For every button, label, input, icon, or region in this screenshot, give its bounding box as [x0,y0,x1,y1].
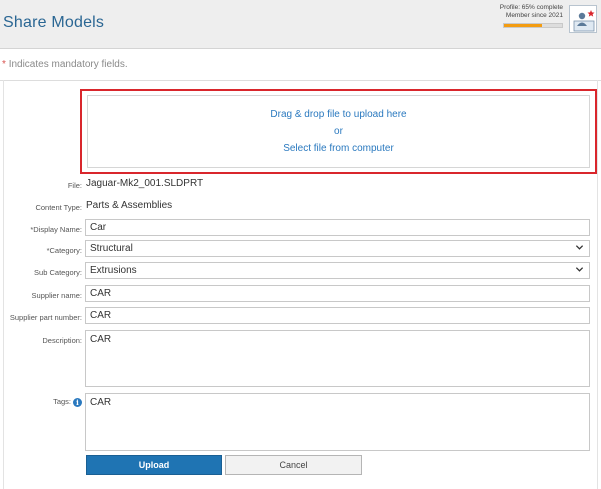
page-header: Share Models Profile: 65% complete Membe… [0,0,601,49]
profile-progress-fill [504,24,542,27]
chevron-down-icon [575,245,584,250]
content-type-value: Parts & Assemblies [86,200,173,211]
description-label: Description: [42,336,82,345]
mandatory-star: * [2,59,6,70]
file-dropzone-inner[interactable]: Drag & drop file to upload here or Selec… [87,95,590,168]
category-select[interactable]: Structural [85,240,590,257]
description-textarea[interactable]: CAR [85,330,590,387]
supplier-part-number-label: Supplier part number: [9,313,82,322]
category-selected-value: Structural [90,243,133,254]
profile-completion-text: Profile: 65% complete [499,4,563,11]
upload-button[interactable]: Upload [86,455,222,475]
form-top-divider [0,80,601,81]
tags-textarea[interactable]: CAR [85,393,590,451]
mandatory-note-text: Indicates mandatory fields. [8,59,128,70]
description-value: CAR [90,334,112,345]
select-file-link[interactable]: Select file from computer [283,140,394,157]
form-frame-left [3,80,4,489]
display-name-field[interactable]: Car [85,219,590,236]
drag-drop-text: Drag & drop file to upload here [270,109,407,120]
supplier-part-number-field[interactable]: CAR [85,307,590,324]
mandatory-fields-note: * Indicates mandatory fields. [2,59,128,70]
profile-progress-bar [503,23,563,28]
content-type-label: Content Type: [35,203,82,212]
cancel-button[interactable]: Cancel [225,455,362,475]
chevron-down-icon [575,267,584,272]
display-name-label: *Display Name: [30,225,82,234]
profile-status: Profile: 65% complete Member since 2021 [491,4,563,20]
avatar[interactable] [569,5,597,33]
tags-value: CAR [90,397,112,408]
avatar-icon [573,10,595,32]
supplier-name-value: CAR [90,288,112,299]
file-dropzone[interactable]: Drag & drop file to upload here or Selec… [80,89,597,174]
tags-label-text: Tags: [53,397,71,406]
sub-category-selected-value: Extrusions [90,265,137,276]
category-label: *Category: [46,246,82,255]
sub-category-select[interactable]: Extrusions [85,262,590,279]
supplier-name-label: Supplier name: [31,291,82,300]
sub-category-label: Sub Category: [34,268,82,277]
display-name-value: Car [90,222,107,233]
dropzone-or-text: or [334,126,343,137]
tags-label: Tags: i [0,397,82,407]
supplier-name-field[interactable]: CAR [85,285,590,302]
file-name-value: Jaguar-Mk2_001.SLDPRT [86,178,204,189]
file-label: File: [67,181,82,190]
member-since-text: Member since 2021 [505,12,563,19]
page-title: Share Models [3,14,105,31]
info-icon[interactable]: i [73,398,82,407]
form-frame-right [597,80,598,489]
supplier-part-number-value: CAR [90,310,112,321]
